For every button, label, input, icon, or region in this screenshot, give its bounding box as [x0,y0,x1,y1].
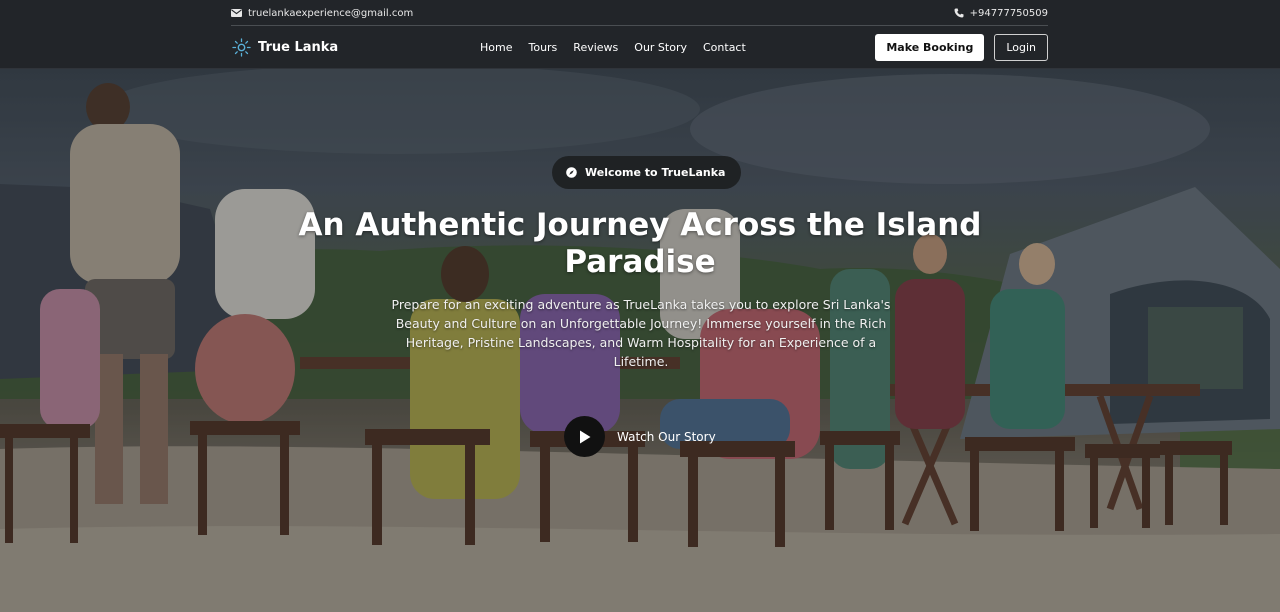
nav-actions: Make Booking Login [875,26,1048,69]
watch-story-link[interactable]: Watch Our Story [564,416,716,457]
hero-title: An Authentic Journey Across the Island P… [298,207,982,280]
brand-name: True Lanka [258,40,339,55]
brand-logo[interactable]: True Lanka [232,26,338,69]
hero-section: Welcome to TrueLanka An Authentic Journe… [0,69,1280,612]
nav-link-tours[interactable]: Tours [528,41,557,54]
login-button[interactable]: Login [994,34,1048,61]
make-booking-button[interactable]: Make Booking [875,34,985,61]
compass-icon [566,167,577,178]
watch-story-label: Watch Our Story [617,429,716,444]
phone-contact[interactable]: +94777750509 [954,8,1048,19]
phone-icon [954,8,964,18]
contact-bar: truelankaexperience@gmail.com +947777505… [0,0,1280,26]
email-contact[interactable]: truelankaexperience@gmail.com [231,8,413,19]
envelope-icon [231,9,242,17]
nav-link-home[interactable]: Home [480,41,512,54]
welcome-badge: Welcome to TrueLanka [552,156,742,189]
play-icon [579,430,590,443]
nav-link-reviews[interactable]: Reviews [573,41,618,54]
nav-link-contact[interactable]: Contact [703,41,746,54]
phone-text: +94777750509 [969,7,1048,19]
play-button[interactable] [564,416,605,457]
sun-logo-icon [232,38,251,57]
email-text: truelankaexperience@gmail.com [248,7,414,19]
main-navbar: True Lanka Home Tours Reviews Our Story … [0,26,1280,69]
welcome-badge-text: Welcome to TrueLanka [585,166,726,179]
nav-menu: Home Tours Reviews Our Story Contact [480,26,746,69]
hero-description: Prepare for an exciting adventure as Tru… [391,297,891,369]
nav-link-our-story[interactable]: Our Story [634,41,687,54]
